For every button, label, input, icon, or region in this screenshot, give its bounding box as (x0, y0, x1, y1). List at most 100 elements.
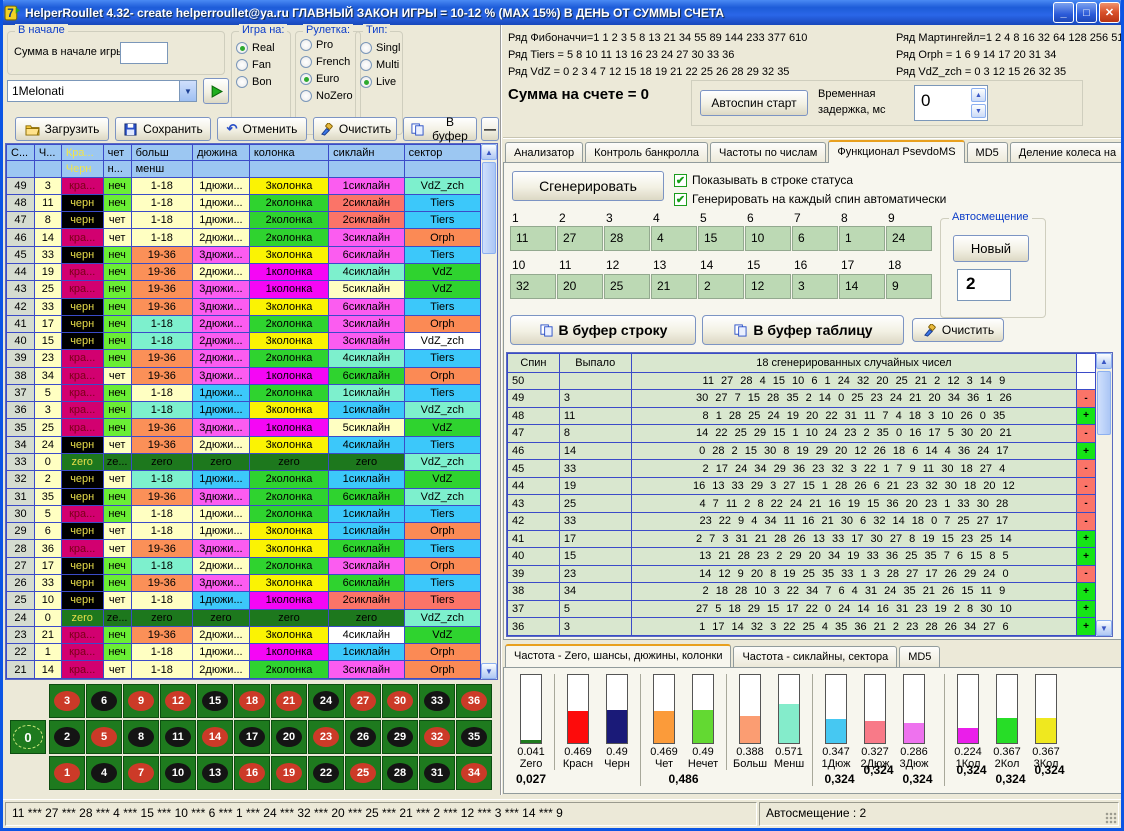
radio-icon[interactable] (300, 39, 312, 51)
left-table-row[interactable]: 375кра...неч1-181дюжи...2колонка1сиклайн… (7, 384, 481, 401)
close-button[interactable]: ✕ (1099, 2, 1120, 23)
chevron-down-icon[interactable]: ▼ (179, 81, 196, 101)
left-table-row[interactable]: 4117черннеч1-182дюжи...2колонка3сиклайнO… (7, 315, 481, 332)
left-table-row[interactable]: 2836кра...чет19-363дюжи...3колонка6сикла… (7, 540, 481, 557)
board-cell[interactable]: 15 (197, 684, 233, 718)
board-cell[interactable]: 6 (86, 684, 122, 718)
tab-анализатор[interactable]: Анализатор (505, 142, 583, 163)
board-cell[interactable]: 10 (160, 756, 196, 790)
new-button[interactable]: Новый (953, 235, 1029, 262)
board-cell[interactable]: 33 (419, 684, 455, 718)
radio-icon[interactable] (300, 73, 312, 85)
board-cell[interactable]: 16 (234, 756, 270, 790)
radio-icon[interactable] (236, 59, 248, 71)
checkbox-show-status[interactable]: ✔ Показывать в строке статуса (674, 173, 853, 187)
minimize-button[interactable]: _ (1053, 2, 1074, 23)
radio-type-singl[interactable]: Singl (360, 42, 398, 54)
copy-row-button[interactable]: В буфер строку (510, 315, 696, 345)
scroll-up-icon[interactable]: ▲ (481, 144, 497, 160)
spins-table-row[interactable]: 45332 17 24 34 29 36 23 32 3 22 1 7 9 11… (508, 460, 1096, 478)
left-table-row[interactable]: 478чернчет1-181дюжи...2колонка2сиклайнTi… (7, 212, 481, 229)
board-cell[interactable]: 17 (234, 720, 270, 754)
board-cell-zero[interactable]: 0 (10, 720, 46, 754)
board-cell[interactable]: 24 (308, 684, 344, 718)
copy-buffer-button[interactable]: В буфер (403, 117, 477, 141)
spins-table-row[interactable]: 37527 5 18 29 15 17 22 0 24 14 16 31 23 … (508, 600, 1096, 618)
board-cell[interactable]: 9 (123, 684, 159, 718)
board-cell[interactable]: 34 (456, 756, 492, 790)
left-table-row[interactable]: 2114кра...чет1-182дюжи...2колонка3сиклай… (7, 661, 481, 679)
spins-table-row[interactable]: 46140 28 2 15 30 8 19 29 20 12 26 18 6 1… (508, 442, 1096, 460)
board-cell[interactable]: 2 (49, 720, 85, 754)
left-table-row[interactable]: 2510чернчет1-181дюжи...1колонка2сиклайнT… (7, 592, 481, 609)
left-table-row[interactable]: 2717черннеч1-182дюжи...2колонка3сиклайнO… (7, 557, 481, 574)
left-table-row[interactable]: 330zeroze...zerozerozerozeroVdZ_zch (7, 454, 481, 471)
freq-tab-частота-zero-шансы-дюжины-колонки[interactable]: Частота - Zero, шансы, дюжины, колонки (505, 644, 731, 667)
radio-icon[interactable] (360, 76, 372, 88)
spins-table-row[interactable]: 41172 7 3 31 21 28 26 13 33 17 30 27 8 1… (508, 530, 1096, 548)
clear-generated-button[interactable]: Очистить (912, 318, 1004, 342)
radio-roulette-nozero[interactable]: NoZero (300, 90, 356, 102)
board-cell[interactable]: 27 (345, 684, 381, 718)
generate-button[interactable]: Сгенерировать (512, 171, 664, 201)
board-cell[interactable]: 36 (456, 684, 492, 718)
autospin-start-button[interactable]: Автоспин старт (700, 90, 808, 116)
radio-icon[interactable] (300, 90, 312, 102)
spins-table-row[interactable]: 43254 7 11 2 8 22 24 21 16 19 15 36 20 2… (508, 495, 1096, 513)
left-table-row[interactable]: 4533черннеч19-363дюжи...3колонка6сиклайн… (7, 246, 481, 263)
tab-деление-колеса-на[interactable]: Деление колеса на (1010, 142, 1124, 163)
left-table-row[interactable]: 4419кра...неч19-362дюжи...1колонка4сикла… (7, 263, 481, 280)
left-table-row[interactable]: 240zeroze...zerozerozerozeroVdZ_zch (7, 609, 481, 626)
spins-table-row[interactable]: 423323 22 9 4 34 11 16 21 30 6 32 14 18 … (508, 512, 1096, 530)
spins-table-row[interactable]: 47814 22 25 29 15 1 10 24 23 2 35 0 16 1… (508, 425, 1096, 443)
board-cell[interactable]: 5 (86, 720, 122, 754)
radio-type-live[interactable]: Live (360, 76, 398, 88)
tab-контроль-банкролла[interactable]: Контроль банкролла (585, 142, 708, 163)
left-table-row[interactable]: 4325кра...неч19-363дюжи...1колонка5сикла… (7, 281, 481, 298)
left-table-row[interactable]: 221кра...неч1-181дюжи...1колонка1сиклайн… (7, 644, 481, 661)
left-table-scrollbar[interactable]: ▲ ▼ (481, 144, 497, 679)
left-table-row[interactable]: 4015черннеч1-182дюжи...3колонка3сиклайнV… (7, 333, 481, 350)
left-table-row[interactable]: 4811черннеч1-181дюжи...2колонка2сиклайнT… (7, 194, 481, 211)
autoshift-value[interactable]: 2 (957, 269, 1011, 301)
left-table-row[interactable]: 3834кра...чет19-363дюжи...1колонка6сикла… (7, 367, 481, 384)
board-cell[interactable]: 18 (234, 684, 270, 718)
board-cell[interactable]: 29 (382, 720, 418, 754)
spinner-up-icon[interactable]: ▲ (971, 88, 986, 102)
radio-icon[interactable] (360, 59, 372, 71)
left-table-row[interactable]: 3923кра...неч19-362дюжи...2колонка4сикла… (7, 350, 481, 367)
copy-table-button[interactable]: В буфер таблицу (702, 315, 904, 345)
radio-game-bon[interactable]: Bon (236, 76, 286, 88)
board-cell[interactable]: 28 (382, 756, 418, 790)
board-cell[interactable]: 1 (49, 756, 85, 790)
spins-table-scrollbar[interactable]: ▲ ▼ (1096, 353, 1112, 636)
board-cell[interactable]: 11 (160, 720, 196, 754)
board-cell[interactable]: 20 (271, 720, 307, 754)
radio-icon[interactable] (236, 42, 248, 54)
spins-table-row[interactable]: 49330 27 7 15 28 35 2 14 0 25 23 24 21 2… (508, 390, 1096, 408)
board-cell[interactable]: 22 (308, 756, 344, 790)
scroll-up-icon[interactable]: ▲ (1096, 353, 1112, 369)
undo-button[interactable]: ↶ Отменить (217, 117, 307, 141)
left-table-row[interactable]: 2633черннеч19-363дюжи...3колонка6сиклайн… (7, 575, 481, 592)
board-cell[interactable]: 30 (382, 684, 418, 718)
resize-grip-icon[interactable] (1105, 812, 1117, 824)
tab-функционал-psevdoms[interactable]: Функционал PsevdoMS (828, 140, 964, 163)
board-cell[interactable]: 25 (345, 756, 381, 790)
radio-icon[interactable] (236, 76, 248, 88)
board-cell[interactable]: 7 (123, 756, 159, 790)
left-table-row[interactable]: 4233черннеч19-363дюжи...3колонка6сиклайн… (7, 298, 481, 315)
board-cell[interactable]: 35 (456, 720, 492, 754)
radio-roulette-french[interactable]: French (300, 56, 356, 68)
board-cell[interactable]: 3 (49, 684, 85, 718)
left-table-row[interactable]: 3135черннеч19-363дюжи...2колонка6сиклайн… (7, 488, 481, 505)
radio-game-fan[interactable]: Fan (236, 59, 286, 71)
load-button[interactable]: Загрузить (15, 117, 109, 141)
spins-table-row[interactable]: 5011 27 28 4 15 10 6 1 24 32 20 25 21 2 … (508, 372, 1096, 390)
freq-tab-md5[interactable]: MD5 (899, 646, 940, 667)
scrollbar-thumb[interactable] (1097, 371, 1111, 435)
scroll-down-icon[interactable]: ▼ (1096, 620, 1112, 636)
board-cell[interactable]: 12 (160, 684, 196, 718)
maximize-button[interactable]: □ (1076, 2, 1097, 23)
start-button[interactable] (203, 78, 229, 104)
